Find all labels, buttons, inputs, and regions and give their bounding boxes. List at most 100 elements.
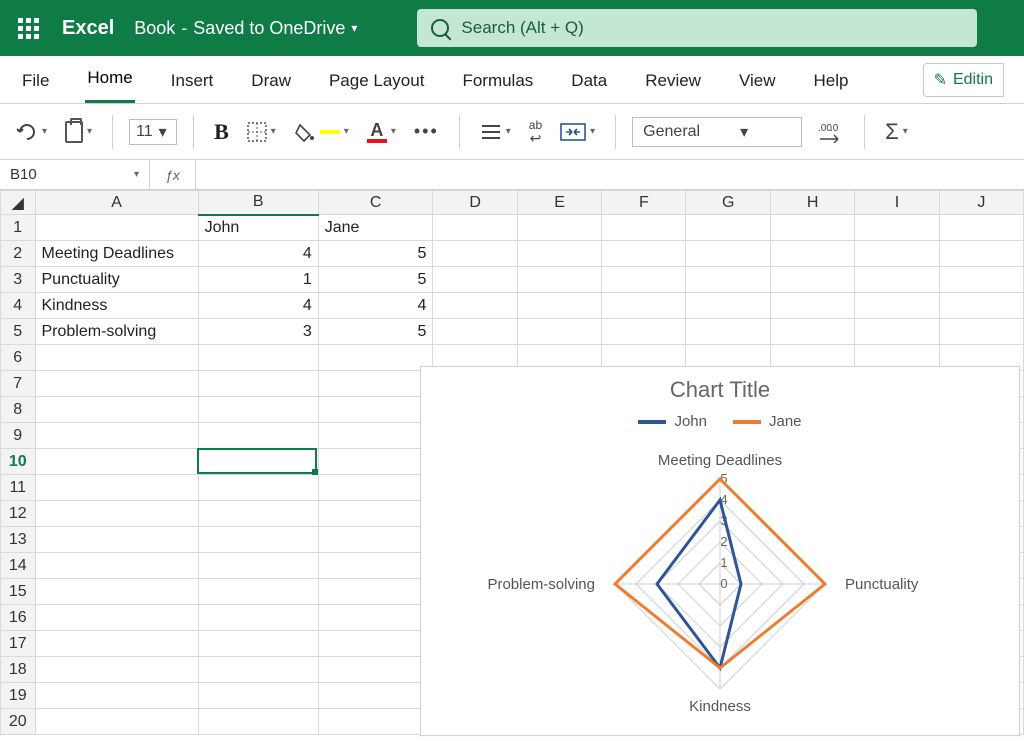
cell-B10[interactable]	[198, 449, 318, 475]
cell-A13[interactable]	[35, 527, 198, 553]
row-header-7[interactable]: 7	[1, 371, 36, 397]
cell-C6[interactable]	[318, 345, 433, 371]
cell-C19[interactable]	[318, 683, 433, 709]
tab-home[interactable]: Home	[85, 58, 134, 103]
cell-A4[interactable]: Kindness	[35, 293, 198, 319]
embedded-chart[interactable]: Chart Title John Jane 012345Meeting Dead…	[420, 366, 1020, 736]
cell-A6[interactable]	[35, 345, 198, 371]
cell-B19[interactable]	[198, 683, 318, 709]
row-header-9[interactable]: 9	[1, 423, 36, 449]
tab-page-layout[interactable]: Page Layout	[327, 61, 426, 103]
row-header-14[interactable]: 14	[1, 553, 36, 579]
cell-D5[interactable]	[433, 319, 517, 345]
cell-A5[interactable]: Problem-solving	[35, 319, 198, 345]
cell-G5[interactable]	[686, 319, 771, 345]
cell-A7[interactable]	[35, 371, 198, 397]
row-header-13[interactable]: 13	[1, 527, 36, 553]
row-header-2[interactable]: 2	[1, 241, 36, 267]
cell-I2[interactable]	[855, 241, 939, 267]
wrap-text-button[interactable]: ab↩	[525, 115, 546, 149]
cell-A2[interactable]: Meeting Deadlines	[35, 241, 198, 267]
merge-button[interactable]: ▾	[556, 119, 599, 145]
tab-review[interactable]: Review	[643, 61, 703, 103]
number-format-selector[interactable]: General ▾	[632, 117, 802, 147]
row-header-6[interactable]: 6	[1, 345, 36, 371]
alignment-button[interactable]: ▾	[476, 119, 515, 145]
cell-B7[interactable]	[198, 371, 318, 397]
cell-C18[interactable]	[318, 657, 433, 683]
tab-data[interactable]: Data	[569, 61, 609, 103]
col-header-G[interactable]: G	[686, 191, 771, 215]
cell-H4[interactable]	[770, 293, 854, 319]
cell-C4[interactable]: 4	[318, 293, 433, 319]
cell-D3[interactable]	[433, 267, 517, 293]
cell-A1[interactable]	[35, 215, 198, 241]
cell-C12[interactable]	[318, 501, 433, 527]
cell-F5[interactable]	[602, 319, 686, 345]
tab-help[interactable]: Help	[812, 61, 851, 103]
borders-button[interactable]: ▾	[243, 118, 280, 146]
cell-B14[interactable]	[198, 553, 318, 579]
cell-A14[interactable]	[35, 553, 198, 579]
cell-B12[interactable]	[198, 501, 318, 527]
cell-H2[interactable]	[770, 241, 854, 267]
cell-A12[interactable]	[35, 501, 198, 527]
cell-E4[interactable]	[517, 293, 601, 319]
cell-A8[interactable]	[35, 397, 198, 423]
autosum-button[interactable]: Σ ▾	[881, 115, 912, 149]
row-header-20[interactable]: 20	[1, 709, 36, 735]
cell-C10[interactable]	[318, 449, 433, 475]
cell-C2[interactable]: 5	[318, 241, 433, 267]
tab-file[interactable]: File	[20, 61, 51, 103]
cell-B1[interactable]: John	[198, 215, 318, 241]
row-header-16[interactable]: 16	[1, 605, 36, 631]
cell-C3[interactable]: 5	[318, 267, 433, 293]
tab-insert[interactable]: Insert	[169, 61, 216, 103]
cell-A18[interactable]	[35, 657, 198, 683]
cell-F3[interactable]	[602, 267, 686, 293]
cell-C14[interactable]	[318, 553, 433, 579]
row-header-1[interactable]: 1	[1, 215, 36, 241]
cell-C20[interactable]	[318, 709, 433, 735]
cell-B11[interactable]	[198, 475, 318, 501]
fx-label[interactable]: ƒx	[150, 160, 196, 189]
cell-G1[interactable]	[686, 215, 771, 241]
cell-C7[interactable]	[318, 371, 433, 397]
bold-button[interactable]: B	[210, 115, 233, 149]
cell-G4[interactable]	[686, 293, 771, 319]
cell-D1[interactable]	[433, 215, 517, 241]
cell-F2[interactable]	[602, 241, 686, 267]
cell-C15[interactable]	[318, 579, 433, 605]
cell-J5[interactable]	[939, 319, 1023, 345]
cell-F1[interactable]	[602, 215, 686, 241]
cell-B15[interactable]	[198, 579, 318, 605]
cell-B5[interactable]: 3	[198, 319, 318, 345]
cell-C5[interactable]: 5	[318, 319, 433, 345]
col-header-J[interactable]: J	[939, 191, 1023, 215]
col-header-D[interactable]: D	[433, 191, 517, 215]
row-header-17[interactable]: 17	[1, 631, 36, 657]
col-header-E[interactable]: E	[517, 191, 601, 215]
editing-mode-button[interactable]: ✎ Editin	[923, 63, 1004, 97]
cell-H3[interactable]	[770, 267, 854, 293]
row-header-10[interactable]: 10	[1, 449, 36, 475]
cell-B20[interactable]	[198, 709, 318, 735]
more-formatting-button[interactable]: •••	[410, 117, 443, 146]
cell-A17[interactable]	[35, 631, 198, 657]
cell-B8[interactable]	[198, 397, 318, 423]
formula-input[interactable]	[196, 160, 1024, 189]
cell-A3[interactable]: Punctuality	[35, 267, 198, 293]
cell-J1[interactable]	[939, 215, 1023, 241]
cell-I5[interactable]	[855, 319, 939, 345]
cell-J2[interactable]	[939, 241, 1023, 267]
cell-A10[interactable]	[35, 449, 198, 475]
row-header-3[interactable]: 3	[1, 267, 36, 293]
fill-color-button[interactable]: ▾	[290, 117, 353, 147]
cell-A9[interactable]	[35, 423, 198, 449]
cell-A11[interactable]	[35, 475, 198, 501]
row-header-5[interactable]: 5	[1, 319, 36, 345]
row-header-18[interactable]: 18	[1, 657, 36, 683]
cell-G2[interactable]	[686, 241, 771, 267]
cell-C11[interactable]	[318, 475, 433, 501]
cell-A19[interactable]	[35, 683, 198, 709]
